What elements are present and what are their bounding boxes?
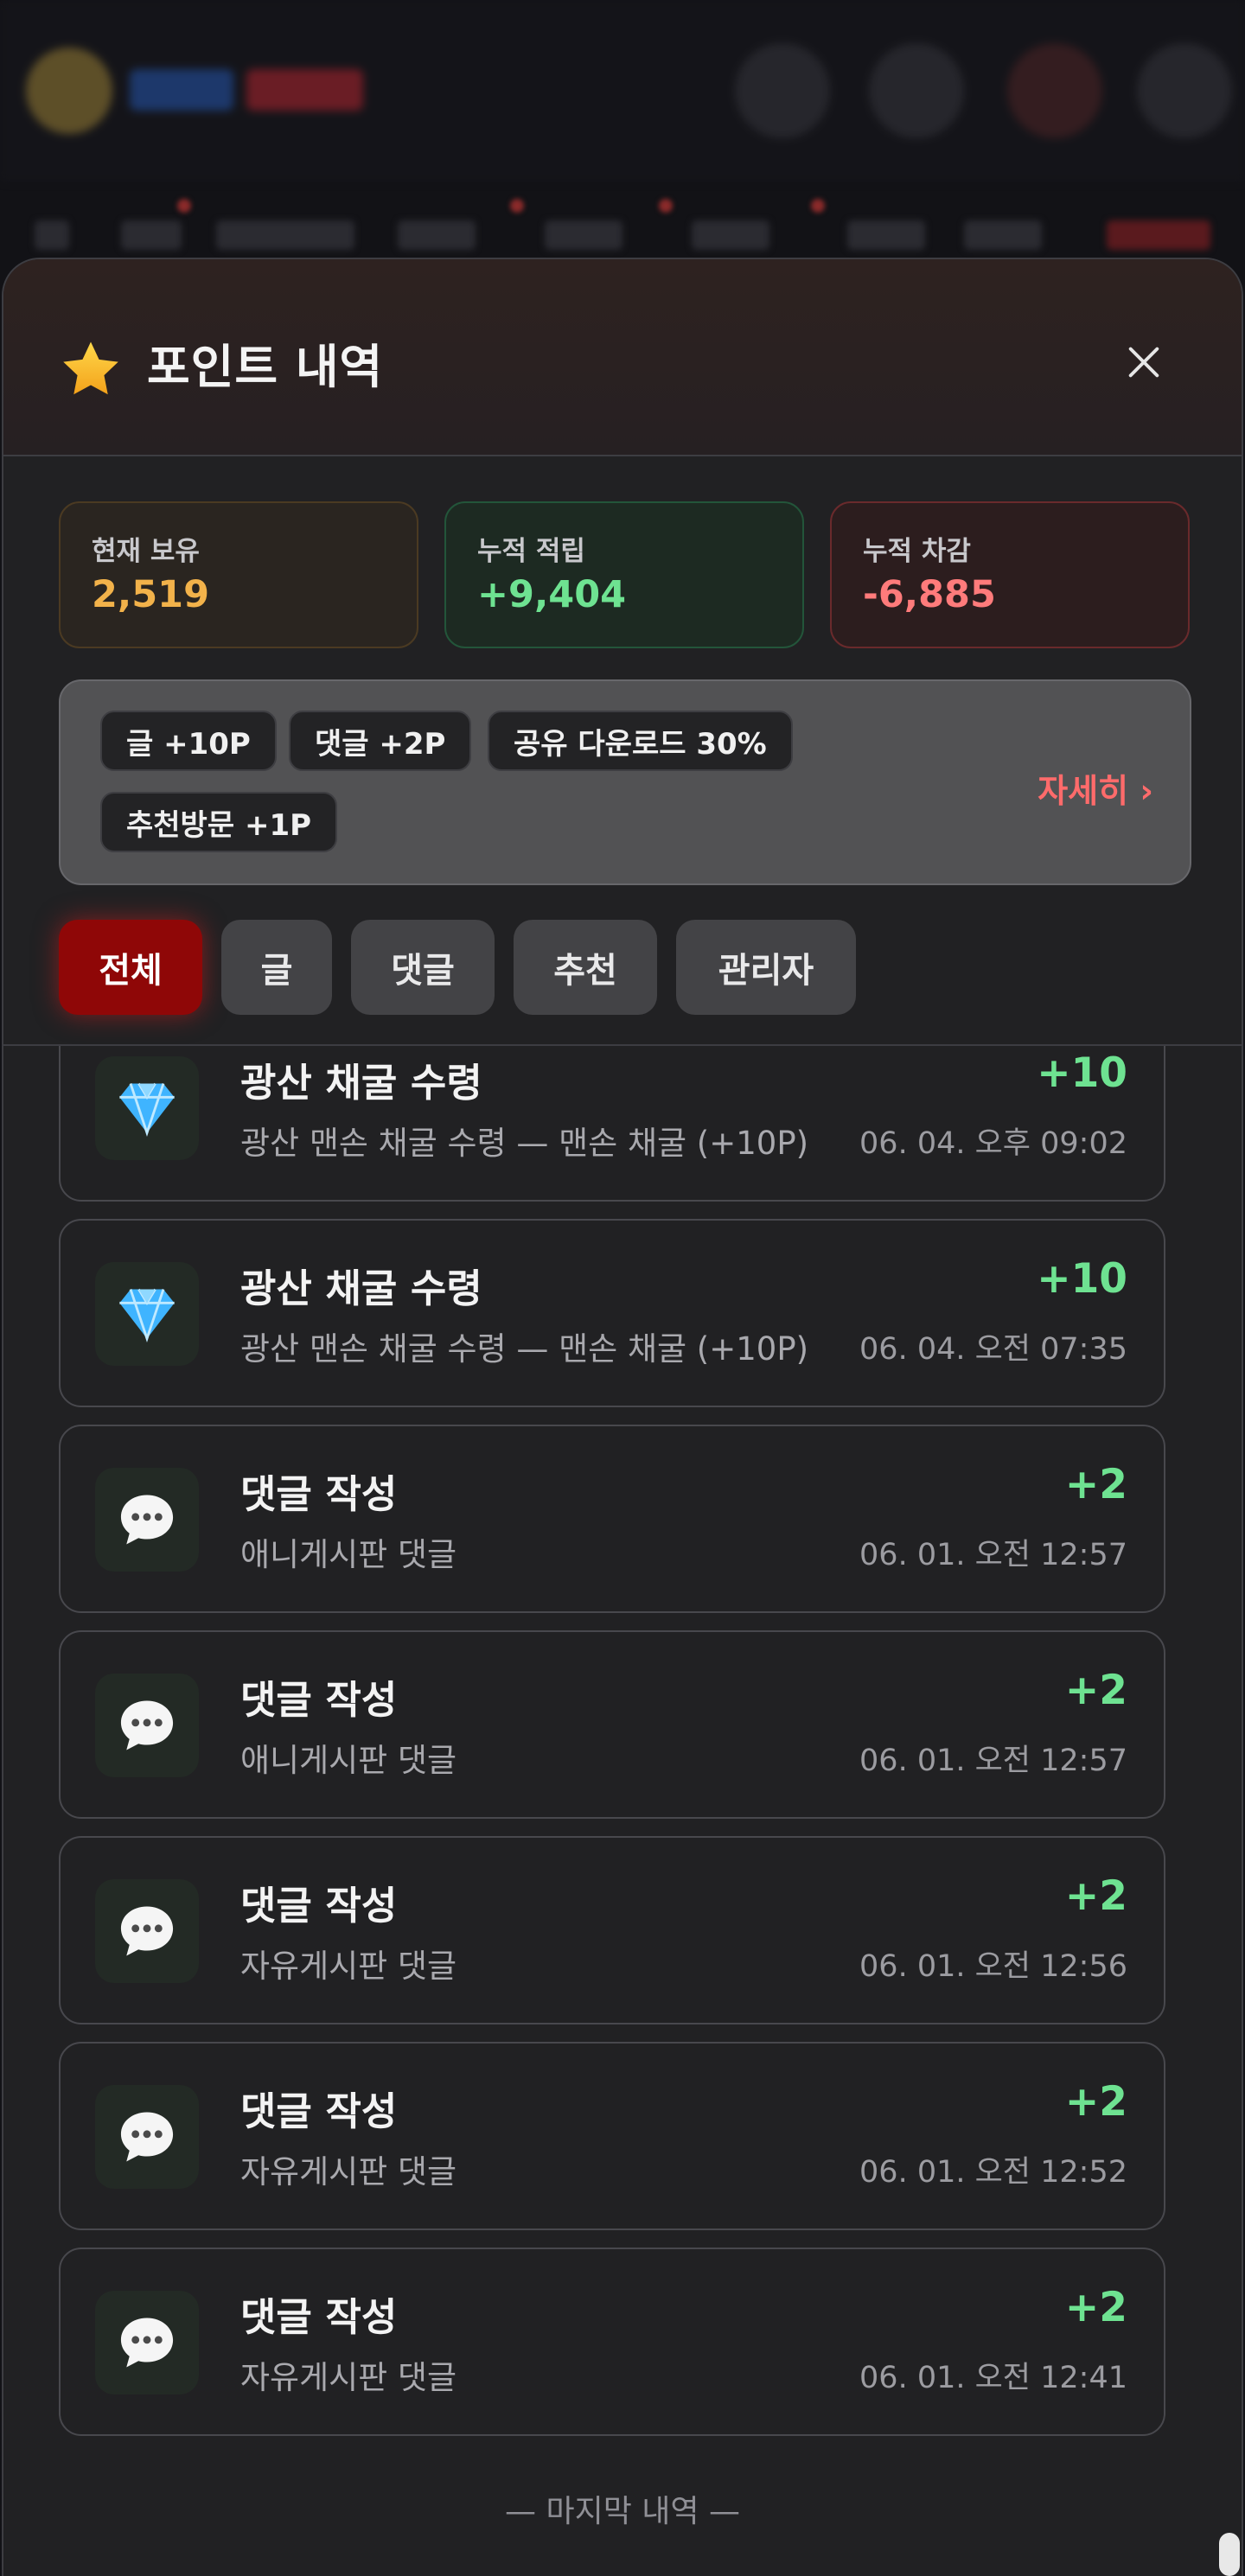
background-nav-item	[398, 220, 476, 250]
gem-icon	[95, 1262, 199, 1366]
entry-title: 댓글 작성	[240, 2088, 398, 2134]
entry-description: 자유게시판 댓글	[240, 2153, 457, 2190]
entry-title: 광산 채굴 수령	[240, 1060, 482, 1106]
speech-bubble-icon	[95, 2085, 199, 2189]
background-header-button	[735, 43, 830, 138]
points-history-modal: 포인트 내역 현재 보유 2,519 누적 적립 +9,404 누적 차감 -6…	[2, 258, 1243, 2576]
tab-recommend[interactable]: 추천	[514, 920, 657, 1015]
background-nav-badge	[659, 199, 673, 213]
background-nav-item	[1107, 220, 1210, 250]
entry-description: 애니게시판 댓글	[240, 1742, 457, 1779]
scrollbar-thumb[interactable]	[1219, 2533, 1240, 2576]
background-brand-mark-secondary	[246, 69, 363, 111]
details-link[interactable]: 자세히 ›	[1038, 764, 1153, 812]
background-nav-item	[35, 220, 69, 250]
tab-comments[interactable]: 댓글	[351, 920, 495, 1015]
background-nav-item	[216, 220, 354, 250]
history-entry: 댓글 작성자유게시판 댓글 +2 06. 01. 오전 12:41	[59, 2248, 1165, 2436]
current-balance-label: 현재 보유	[92, 536, 200, 567]
entry-description: 자유게시판 댓글	[240, 1948, 457, 1985]
entry-title: 댓글 작성	[240, 1883, 398, 1929]
rule-chip: 추천방문 +1P	[100, 792, 338, 852]
entry-description: 광산 맨손 채굴 수령 — 맨손 채굴 (+10P)	[240, 1125, 809, 1162]
entry-date: 06. 01. 오전 12:57	[859, 1538, 1127, 1572]
background-nav-item	[964, 220, 1042, 250]
close-button[interactable]	[1117, 335, 1171, 389]
background-header-button	[1007, 43, 1102, 138]
entry-amount: +2	[1064, 1872, 1127, 1920]
points-history-list[interactable]: 광산 채굴 수령 광산 맨손 채굴 수령 — 맨손 채굴 (+10P) +10 06.…	[3, 1046, 1242, 2576]
entry-amount: +2	[1064, 2284, 1127, 2331]
rule-chip: 댓글 +2P	[289, 711, 472, 771]
entry-date: 06. 01. 오전 12:52	[859, 2155, 1127, 2190]
entry-description: 자유게시판 댓글	[240, 2359, 457, 2396]
history-entry: 광산 채굴 수령광산 맨손 채굴 수령 — 맨손 채굴 (+10P) +10 06.…	[59, 1046, 1165, 1202]
gem-icon	[95, 1056, 199, 1160]
background-logo	[26, 48, 112, 134]
entry-title: 광산 채굴 수령	[240, 1266, 482, 1311]
entry-amount: +10	[1037, 1049, 1127, 1097]
background-header-button	[869, 43, 964, 138]
rule-chip: 공유 다운로드 30%	[488, 711, 793, 771]
entry-amount: +10	[1037, 1255, 1127, 1303]
speech-bubble-icon	[95, 1674, 199, 1777]
total-earned-value: +9,404	[477, 573, 627, 616]
total-earned-card: 누적 적립 +9,404	[444, 501, 804, 648]
history-entry: 광산 채굴 수령광산 맨손 채굴 수령 — 맨손 채굴 (+10P) +10 06.…	[59, 1219, 1165, 1407]
entry-date: 06. 04. 오후 09:02	[859, 1126, 1127, 1161]
tab-posts[interactable]: 글	[221, 920, 332, 1015]
current-balance-card: 현재 보유 2,519	[59, 501, 418, 648]
tab-admin[interactable]: 관리자	[676, 920, 856, 1015]
modal-header: 포인트 내역	[3, 259, 1242, 456]
total-earned-label: 누적 적립	[477, 536, 585, 567]
background-header-button	[1137, 43, 1232, 138]
close-icon	[1128, 347, 1159, 378]
entry-description: 애니게시판 댓글	[240, 1536, 457, 1573]
rule-chip: 글 +10P	[100, 711, 277, 771]
entry-amount: +2	[1064, 1667, 1127, 1714]
entry-amount: +2	[1064, 1461, 1127, 1508]
total-spent-card: 누적 차감 -6,885	[830, 501, 1190, 648]
background-nav-item	[121, 220, 182, 250]
background-nav-badge	[811, 199, 825, 213]
background-nav-badge	[177, 199, 191, 213]
speech-bubble-icon	[95, 1879, 199, 1983]
entry-title: 댓글 작성	[240, 1677, 398, 1723]
background-app-header	[0, 0, 1245, 182]
end-of-list-marker: — 마지막 내역 —	[505, 2494, 740, 2529]
entry-date: 06. 01. 오전 12:57	[859, 1744, 1127, 1778]
entry-description: 광산 맨손 채굴 수령 — 맨손 채굴 (+10P)	[240, 1330, 809, 1368]
total-spent-value: -6,885	[863, 573, 996, 616]
entry-date: 06. 01. 오전 12:56	[859, 1949, 1127, 1984]
star-icon	[59, 337, 123, 401]
entry-title: 댓글 작성	[240, 2294, 398, 2340]
entry-title: 댓글 작성	[240, 1471, 398, 1517]
background-nav-item	[545, 220, 622, 250]
background-nav-item	[847, 220, 925, 250]
speech-bubble-icon	[95, 2291, 199, 2394]
history-entry: 댓글 작성애니게시판 댓글 +2 06. 01. 오전 12:57	[59, 1425, 1165, 1613]
entry-amount: +2	[1064, 2078, 1127, 2126]
history-entry: 댓글 작성자유게시판 댓글 +2 06. 01. 오전 12:56	[59, 1836, 1165, 2024]
total-spent-label: 누적 차감	[863, 536, 971, 567]
background-nav-item	[692, 220, 769, 250]
entry-date: 06. 04. 오전 07:35	[859, 1332, 1127, 1367]
entry-date: 06. 01. 오전 12:41	[859, 2361, 1127, 2395]
background-brand-mark	[130, 69, 233, 111]
history-entry: 댓글 작성애니게시판 댓글 +2 06. 01. 오전 12:57	[59, 1630, 1165, 1819]
current-balance-value: 2,519	[92, 573, 210, 616]
point-rules-box: 글 +10P 댓글 +2P 공유 다운로드 30% 추천방문 +1P 자세히 ›	[59, 679, 1191, 885]
history-entry: 댓글 작성자유게시판 댓글 +2 06. 01. 오전 12:52	[59, 2042, 1165, 2230]
speech-bubble-icon	[95, 1468, 199, 1572]
tab-all[interactable]: 전체	[59, 920, 202, 1015]
modal-title: 포인트 내역	[147, 340, 384, 394]
background-nav-badge	[510, 199, 524, 213]
